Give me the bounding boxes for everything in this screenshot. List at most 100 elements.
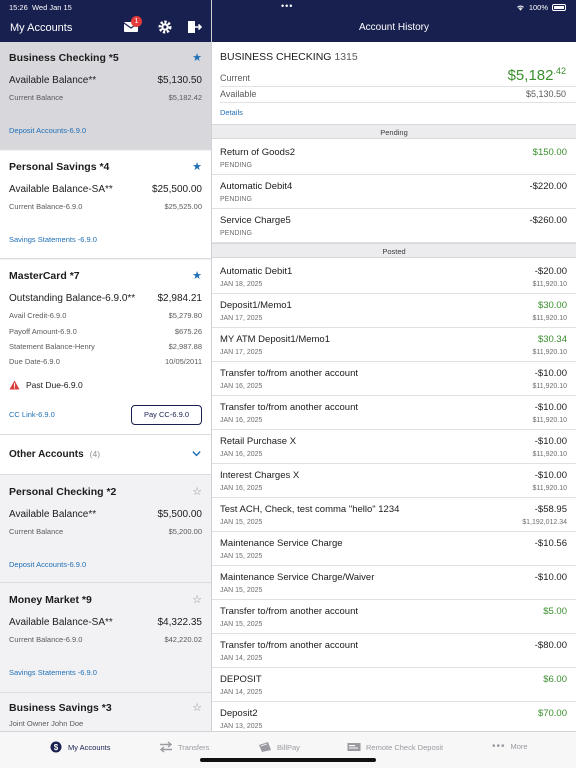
account-card-personal-checking[interactable]: Personal Checking *2 ☆ Available Balance… xyxy=(0,476,211,583)
past-due-warning: Past Due-6.9.0 xyxy=(9,380,83,390)
logout-icon[interactable] xyxy=(186,19,202,35)
account-card-business-checking[interactable]: Business Checking *5 ★ Available Balance… xyxy=(0,42,211,150)
transaction-row[interactable]: MY ATM Deposit1/Memo1 JAN 17, 2025 $30.34 $… xyxy=(212,328,576,362)
transaction-date: JAN 17, 2025 xyxy=(220,349,263,356)
tab-transfers[interactable]: Transfers xyxy=(159,741,209,753)
transaction-row[interactable]: Maintenance Service Charge/Waiver JAN 15,… xyxy=(212,566,576,600)
tab-my-accounts[interactable]: $ My Accounts xyxy=(49,741,111,753)
transaction-date: JAN 16, 2025 xyxy=(220,383,263,390)
transaction-amount: -$10.00 xyxy=(534,368,567,379)
transaction-amount: -$20.00 xyxy=(534,266,567,277)
transaction-row[interactable]: Interest Charges X JAN 16, 2025 -$10.00 $11… xyxy=(212,464,576,498)
gear-icon[interactable] xyxy=(157,19,173,35)
outstanding-balance-row: Outstanding Balance-6.9.0** $2,984.21 xyxy=(9,293,202,304)
transaction-date: PENDING xyxy=(220,196,252,203)
account-card-money-market[interactable]: Money Market *9 ☆ Available Balance-SA**… xyxy=(0,584,211,693)
account-card-business-savings[interactable]: Business Savings *3 ☆ Joint Owner John D… xyxy=(0,694,211,731)
running-balance: $11,920.10 xyxy=(532,281,567,288)
account-card-personal-savings[interactable]: Personal Savings *4 ★ Available Balance-… xyxy=(0,151,211,259)
tab-label: BillPay xyxy=(277,742,300,752)
transaction-amount: $5.00 xyxy=(543,606,567,617)
transaction-amount: -$10.56 xyxy=(534,538,567,549)
transaction-row[interactable]: Automatic Debit4 PENDING -$220.00 xyxy=(212,175,576,209)
account-history-panel[interactable]: BUSINESS CHECKING 1315 Current $5,182.42… xyxy=(212,42,576,731)
running-balance: $11,920.10 xyxy=(532,349,567,356)
transaction-description: Automatic Debit4 xyxy=(220,181,293,192)
transaction-row[interactable]: Test ACH, Check, test comma "hello" 1234… xyxy=(212,498,576,532)
current-balance-row: Current Balance $5,200.00 xyxy=(9,527,202,536)
transaction-row[interactable]: Retail Purchase X JAN 16, 2025 -$10.00 $11,… xyxy=(212,430,576,464)
transaction-description: Transfer to/from another account xyxy=(220,402,358,413)
transaction-amount: $150.00 xyxy=(532,147,567,158)
favorite-star-outline-icon[interactable]: ☆ xyxy=(192,701,202,714)
deposit-accounts-link[interactable]: Deposit Accounts-6.9.0 xyxy=(9,126,86,135)
transaction-row[interactable]: Transfer to/from another account JAN 14, … xyxy=(212,634,576,668)
transaction-row[interactable]: Return of Goods2 PENDING $150.00 xyxy=(212,141,576,175)
section-header: Pending xyxy=(212,124,576,139)
transaction-date: JAN 14, 2025 xyxy=(220,655,263,662)
deposit-accounts-link[interactable]: Deposit Accounts-6.9.0 xyxy=(9,560,86,569)
account-name: Money Market *9 xyxy=(9,594,92,606)
savings-statements-link[interactable]: Savings Statements -6.9.0 xyxy=(9,668,97,677)
accounts-list[interactable]: Business Checking *5 ★ Available Balance… xyxy=(0,42,211,731)
page-title: My Accounts xyxy=(10,22,73,34)
transaction-date: JAN 16, 2025 xyxy=(220,485,263,492)
check-icon xyxy=(347,743,361,751)
transaction-date: JAN 15, 2025 xyxy=(220,519,263,526)
status-bar: 15:26 Wed Jan 15 ••• 100% xyxy=(0,0,576,14)
favorite-star-icon[interactable]: ★ xyxy=(192,269,202,282)
transaction-date: PENDING xyxy=(220,230,252,237)
cc-link[interactable]: CC Link-6.9.0 xyxy=(9,410,55,419)
account-name: Personal Savings *4 xyxy=(9,161,110,173)
transaction-row[interactable]: Transfer to/from another account JAN 15, … xyxy=(212,600,576,634)
transaction-row[interactable]: Maintenance Service Charge JAN 15, 2025 -$… xyxy=(212,532,576,566)
pay-cc-button[interactable]: Pay CC-6.9.0 xyxy=(131,405,202,425)
favorite-star-outline-icon[interactable]: ☆ xyxy=(192,485,202,498)
transaction-amount: -$80.00 xyxy=(534,640,567,651)
savings-statements-link[interactable]: Savings Statements -6.9.0 xyxy=(9,235,97,244)
running-balance: $11,920.10 xyxy=(532,315,567,322)
transaction-amount: $70.00 xyxy=(537,708,567,719)
available-balance-row: Available Balance** $5,130.50 xyxy=(9,75,202,86)
details-link[interactable]: Details xyxy=(220,108,243,117)
transaction-date: JAN 16, 2025 xyxy=(220,417,263,424)
chevron-down-icon[interactable] xyxy=(191,448,202,459)
account-card-mastercard[interactable]: MasterCard *7 ★ Outstanding Balance-6.9.… xyxy=(0,260,211,435)
transaction-description: Return of Goods2 xyxy=(220,147,295,158)
transaction-amount: -$10.00 xyxy=(534,436,567,447)
account-name: Business Savings *3 xyxy=(9,702,112,714)
multitask-dots[interactable]: ••• xyxy=(281,1,293,11)
running-balance: $11,920.10 xyxy=(532,451,567,458)
other-accounts-toggle[interactable]: Other Accounts (4) xyxy=(0,435,211,475)
available-balance-row: Available Balance** $5,500.00 xyxy=(9,509,202,520)
transaction-row[interactable]: Deposit2 JAN 13, 2025 $70.00 xyxy=(212,702,576,731)
tab-remote-check-deposit[interactable]: Remote Check Deposit xyxy=(347,741,443,753)
current-balance-row: Current Balance-6.9.0 $42,220.02 xyxy=(9,635,202,644)
transaction-amount: -$10.00 xyxy=(534,470,567,481)
transaction-row[interactable]: Automatic Debit1 JAN 18, 2025 -$20.00 $11,9… xyxy=(212,260,576,294)
available-label: Available xyxy=(220,89,257,99)
transaction-row[interactable]: Deposit1/Memo1 JAN 17, 2025 $30.00 $11,920.… xyxy=(212,294,576,328)
current-balance-row: Current Balance-6.9.0 $25,525.00 xyxy=(9,202,202,211)
transaction-row[interactable]: Service Charge5 PENDING -$260.00 xyxy=(212,209,576,243)
favorite-star-outline-icon[interactable]: ☆ xyxy=(192,593,202,606)
current-balance-value: $5,182.42 xyxy=(507,66,566,84)
available-balance-row: Available Balance-SA** $4,322.35 xyxy=(9,617,202,628)
svg-text:$: $ xyxy=(54,743,59,752)
transaction-date: JAN 15, 2025 xyxy=(220,587,263,594)
favorite-star-icon[interactable]: ★ xyxy=(192,51,202,64)
transaction-date: PENDING xyxy=(220,162,252,169)
transaction-row[interactable]: Transfer to/from another account JAN 16, … xyxy=(212,396,576,430)
tab-more[interactable]: ••• More xyxy=(492,741,528,752)
avail-credit-row: Avail Credit-6.9.0 $5,279.80 xyxy=(9,311,202,320)
favorite-star-icon[interactable]: ★ xyxy=(192,160,202,173)
transaction-description: Test ACH, Check, test comma "hello" 1234 xyxy=(220,504,400,515)
payoff-amount-row: Payoff Amount-6.9.0 $675.26 xyxy=(9,327,202,336)
transaction-row[interactable]: DEPOSIT JAN 14, 2025 $6.00 xyxy=(212,668,576,702)
tab-billpay[interactable]: BillPay xyxy=(258,741,300,753)
home-indicator[interactable] xyxy=(200,758,376,762)
battery-icon xyxy=(552,4,566,11)
more-dots-icon: ••• xyxy=(492,741,506,752)
running-balance: $11,920.10 xyxy=(532,417,567,424)
transaction-row[interactable]: Transfer to/from another account JAN 16, … xyxy=(212,362,576,396)
